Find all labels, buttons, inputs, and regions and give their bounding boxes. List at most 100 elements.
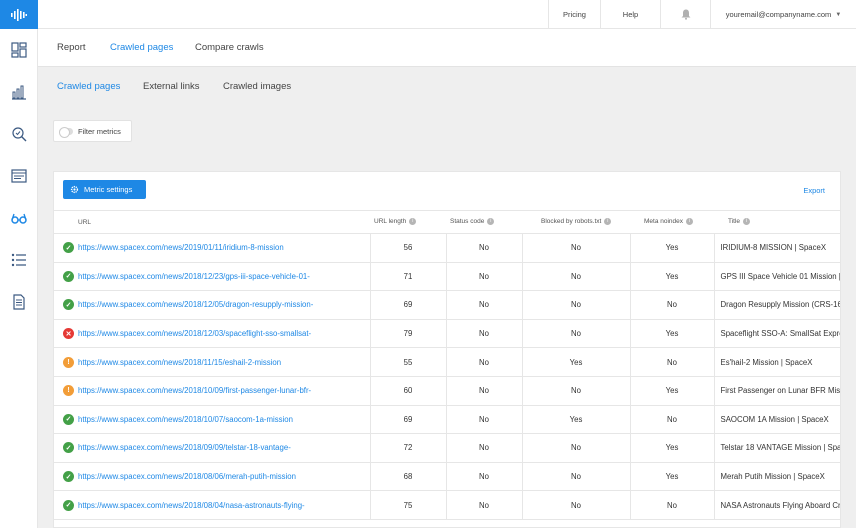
notifications-button[interactable] bbox=[660, 0, 710, 29]
status-cell: ✓ bbox=[54, 462, 76, 492]
status-code-cell: No bbox=[445, 433, 522, 463]
filter-metrics-toggle[interactable]: Filter metrics bbox=[53, 120, 132, 142]
subtab-external-links[interactable]: External links bbox=[143, 81, 200, 92]
url-link[interactable]: https://www.spacex.com/news/2018/11/15/e… bbox=[76, 347, 370, 377]
title-cell: GPS III Space Vehicle 01 Mission | Spa bbox=[713, 262, 840, 292]
tab-report[interactable]: Report bbox=[57, 42, 86, 53]
url-length-cell: 69 bbox=[369, 290, 446, 320]
subtab-crawled-images[interactable]: Crawled images bbox=[223, 81, 291, 92]
noindex-cell: Yes bbox=[629, 233, 714, 263]
noindex-cell: Yes bbox=[629, 433, 714, 463]
table-row[interactable]: ✓ https://www.spacex.com/news/2018/12/05/… bbox=[54, 290, 840, 320]
blocked-cell: No bbox=[521, 376, 630, 406]
header-status bbox=[54, 210, 76, 234]
table-row[interactable]: ! https://www.spacex.com/news/2018/10/09/… bbox=[54, 376, 840, 406]
url-link[interactable]: https://www.spacex.com/news/2019/01/11/i… bbox=[76, 233, 370, 263]
blocked-cell: No bbox=[521, 319, 630, 349]
status-cell: ✓ bbox=[54, 490, 76, 520]
blocked-cell: No bbox=[521, 462, 630, 492]
waveform-logo-icon bbox=[11, 8, 27, 21]
subtab-crawled-pages[interactable]: Crawled pages bbox=[57, 81, 120, 92]
blocked-cell: Yes bbox=[521, 347, 630, 377]
status-code-cell: No bbox=[445, 462, 522, 492]
noindex-cell: Yes bbox=[629, 319, 714, 349]
crawled-pages-table: URL URL length i Status code i Blocked by … bbox=[54, 210, 840, 520]
check-circle-icon: ✓ bbox=[63, 499, 74, 511]
rail-crawler[interactable] bbox=[0, 197, 38, 239]
status-code-cell: No bbox=[445, 376, 522, 406]
header-meta-noindex[interactable]: Meta noindex i bbox=[630, 210, 714, 234]
url-link[interactable]: https://www.spacex.com/news/2018/12/05/d… bbox=[76, 290, 370, 320]
url-link[interactable]: https://www.spacex.com/news/2018/09/09/t… bbox=[76, 433, 370, 463]
rail-audit[interactable] bbox=[0, 113, 38, 155]
error-circle-icon: ✕ bbox=[63, 328, 74, 340]
url-link[interactable]: https://www.spacex.com/news/2018/08/04/n… bbox=[76, 490, 370, 520]
check-circle-icon: ✓ bbox=[63, 270, 74, 282]
rail-list[interactable] bbox=[0, 239, 38, 281]
account-menu[interactable]: youremail@companyname.com ▼ bbox=[710, 0, 856, 29]
glasses-icon bbox=[11, 213, 27, 224]
status-cell: ! bbox=[54, 347, 76, 377]
title-cell: Spaceflight SSO-A: SmallSat Express bbox=[713, 319, 840, 349]
tab-compare-crawls[interactable]: Compare crawls bbox=[195, 42, 264, 53]
title-cell: Es'hail-2 Mission | SpaceX bbox=[713, 347, 840, 377]
header-url-length[interactable]: URL length i bbox=[370, 210, 446, 234]
noindex-cell: No bbox=[629, 405, 714, 435]
url-link[interactable]: https://www.spacex.com/news/2018/10/07/s… bbox=[76, 405, 370, 435]
rail-layout[interactable] bbox=[0, 155, 38, 197]
url-length-cell: 75 bbox=[369, 490, 446, 520]
table-row[interactable]: ✓ https://www.spacex.com/news/2018/08/04/… bbox=[54, 490, 840, 520]
table-row[interactable]: ! https://www.spacex.com/news/2018/11/15/… bbox=[54, 347, 840, 377]
rail-dashboard[interactable] bbox=[0, 29, 38, 71]
app-logo[interactable] bbox=[0, 0, 38, 29]
header-status-code[interactable]: Status code i bbox=[446, 210, 522, 234]
status-code-cell: No bbox=[445, 405, 522, 435]
blocked-cell: No bbox=[521, 433, 630, 463]
blocked-cell: No bbox=[521, 233, 630, 263]
tab-crawled-pages[interactable]: Crawled pages bbox=[110, 42, 173, 53]
table-row[interactable]: ✓ https://www.spacex.com/news/2018/12/23/… bbox=[54, 262, 840, 292]
toggle-switch[interactable] bbox=[59, 126, 73, 138]
header-blocked-by-robots[interactable]: Blocked by robots.txt i bbox=[522, 210, 630, 234]
info-icon[interactable]: i bbox=[604, 218, 612, 226]
title-cell: IRIDIUM-8 MISSION | SpaceX bbox=[713, 233, 840, 263]
export-link[interactable]: Export bbox=[803, 186, 825, 195]
blocked-cell: Yes bbox=[521, 405, 630, 435]
noindex-cell: Yes bbox=[629, 376, 714, 406]
rail-documents[interactable] bbox=[0, 281, 38, 323]
info-icon[interactable]: i bbox=[409, 218, 417, 226]
main-content: Crawled pages External links Crawled ima… bbox=[38, 67, 856, 528]
url-link[interactable]: https://www.spacex.com/news/2018/12/23/g… bbox=[76, 262, 370, 292]
url-length-cell: 71 bbox=[369, 262, 446, 292]
table-row[interactable]: ✓ https://www.spacex.com/news/2018/09/09/… bbox=[54, 433, 840, 463]
info-icon[interactable]: i bbox=[487, 218, 495, 226]
status-code-cell: No bbox=[445, 233, 522, 263]
noindex-cell: Yes bbox=[629, 462, 714, 492]
url-link[interactable]: https://www.spacex.com/news/2018/08/06/m… bbox=[76, 462, 370, 492]
status-cell: ✓ bbox=[54, 405, 76, 435]
status-cell: ✓ bbox=[54, 433, 76, 463]
url-length-cell: 60 bbox=[369, 376, 446, 406]
table-row[interactable]: ✓ https://www.spacex.com/news/2019/01/11/… bbox=[54, 233, 840, 263]
left-rail bbox=[0, 0, 38, 528]
url-link[interactable]: https://www.spacex.com/news/2018/12/03/s… bbox=[76, 319, 370, 349]
header-title[interactable]: Title i bbox=[714, 210, 840, 234]
check-circle-icon: ✓ bbox=[63, 242, 74, 254]
blocked-cell: No bbox=[521, 490, 630, 520]
status-code-cell: No bbox=[445, 262, 522, 292]
info-icon[interactable]: i bbox=[686, 218, 694, 226]
status-cell: ✓ bbox=[54, 233, 76, 263]
pricing-link[interactable]: Pricing bbox=[548, 0, 600, 29]
info-icon[interactable]: i bbox=[743, 218, 751, 226]
title-cell: Dragon Resupply Mission (CRS-16) bbox=[713, 290, 840, 320]
url-length-cell: 68 bbox=[369, 462, 446, 492]
table-row[interactable]: ✓ https://www.spacex.com/news/2018/08/06/… bbox=[54, 462, 840, 492]
table-row[interactable]: ✕ https://www.spacex.com/news/2018/12/03/… bbox=[54, 319, 840, 349]
table-row[interactable]: ✓ https://www.spacex.com/news/2018/10/07/… bbox=[54, 405, 840, 435]
url-link[interactable]: https://www.spacex.com/news/2018/10/09/f… bbox=[76, 376, 370, 406]
metric-settings-button[interactable]: Metric settings bbox=[63, 180, 146, 199]
help-link[interactable]: Help bbox=[600, 0, 660, 29]
rail-reports[interactable] bbox=[0, 71, 38, 113]
header-url[interactable]: URL bbox=[76, 210, 370, 234]
bell-icon bbox=[681, 9, 690, 20]
